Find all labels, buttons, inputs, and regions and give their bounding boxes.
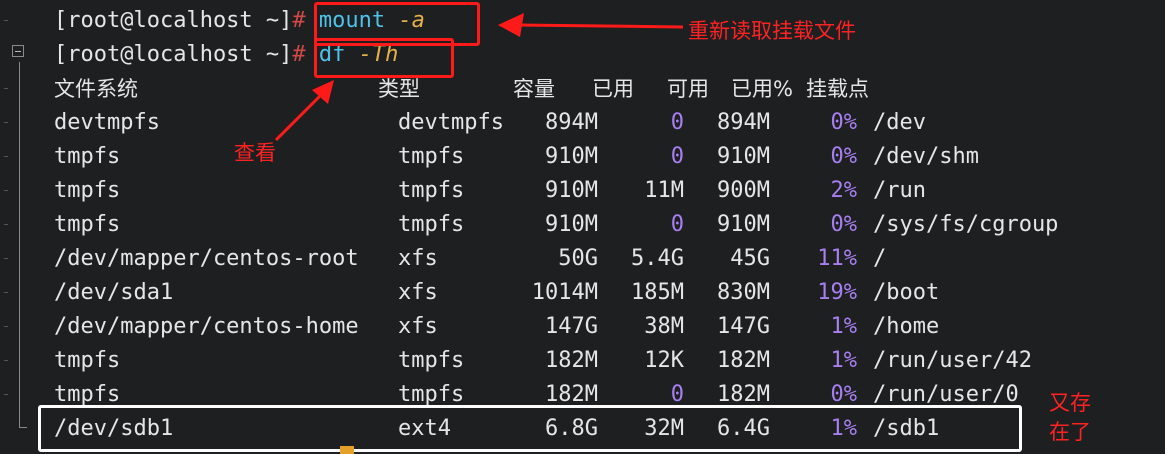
arrow-to-mount (517, 23, 684, 29)
arrowhead-mount (498, 13, 524, 37)
annotation-reread: 重新读取挂载文件 (688, 19, 856, 43)
annotation-arrows (274, 13, 684, 142)
arrow-to-df (274, 90, 326, 142)
text-cursor (340, 446, 354, 454)
annotation-view: 查看 (234, 141, 276, 165)
annotation-still-exists: 又存 在了 (1049, 391, 1091, 444)
terminal-window[interactable]: [root@localhost ~]# mount -a [root@local… (0, 0, 1165, 454)
